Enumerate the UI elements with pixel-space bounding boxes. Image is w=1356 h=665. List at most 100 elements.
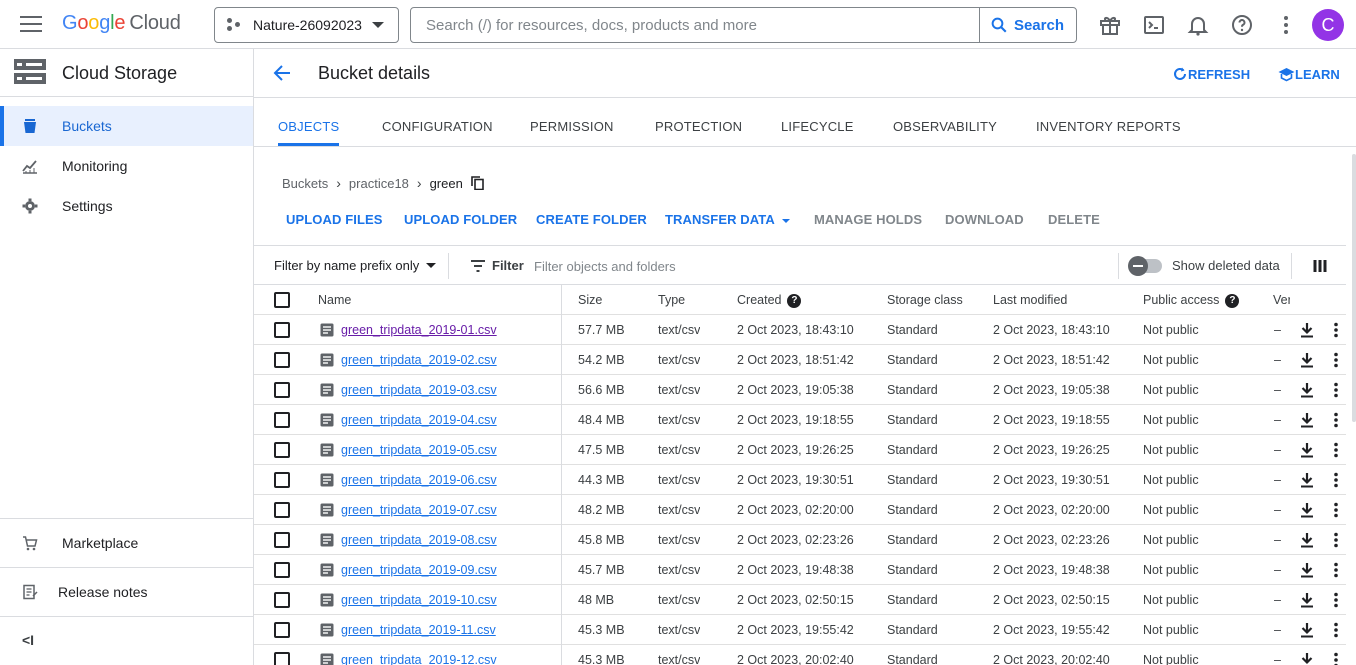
tab-inventory-reports[interactable]: INVENTORY REPORTS [1036,98,1181,146]
search-input[interactable] [411,8,979,42]
tab-permission[interactable]: PERMISSION [530,98,614,146]
column-header-public-access[interactable]: Public access? [1143,285,1240,315]
download-icon[interactable] [1299,622,1315,638]
column-header-type[interactable]: Type [658,285,685,315]
download-icon[interactable] [1299,382,1315,398]
download-icon[interactable] [1299,472,1315,488]
upload-folder-button[interactable]: UPLOAD FOLDER [404,212,517,227]
object-name-link[interactable]: green_tripdata_2019-08.csv [341,525,497,555]
tab-configuration[interactable]: CONFIGURATION [382,98,493,146]
filter-input[interactable] [534,255,934,277]
column-header-created[interactable]: Created? [737,285,802,315]
project-selector[interactable]: Nature-26092023 [214,7,399,43]
object-name-link[interactable]: green_tripdata_2019-02.csv [341,345,497,375]
cloud-shell-icon[interactable] [1142,13,1166,37]
more-vert-icon[interactable] [1332,502,1340,518]
download-icon[interactable] [1299,442,1315,458]
main-menu-icon[interactable] [20,16,42,34]
object-name-link[interactable]: green_tripdata_2019-06.csv [341,465,497,495]
column-header-name[interactable]: Name [318,285,351,315]
gift-icon[interactable] [1098,13,1122,37]
sidebar-item-buckets[interactable]: Buckets [0,106,253,146]
object-name-link[interactable]: green_tripdata_2019-11.csv [341,615,496,645]
row-checkbox[interactable] [274,472,290,488]
breadcrumb-buckets[interactable]: Buckets [282,176,328,191]
download-icon[interactable] [1299,592,1315,608]
table-row[interactable]: green_tripdata_2019-05.csv 47.5 MB text/cs… [254,435,1346,465]
refresh-button[interactable]: REFRESH [1172,66,1250,82]
help-icon[interactable]: ? [787,293,802,308]
download-icon[interactable] [1299,352,1315,368]
more-vert-icon[interactable] [1332,652,1340,665]
tab-protection[interactable]: PROTECTION [655,98,742,146]
more-vert-icon[interactable] [1332,442,1340,458]
object-name-link[interactable]: green_tripdata_2019-09.csv [341,555,497,585]
more-vert-icon[interactable] [1274,13,1298,37]
filter-button[interactable]: Filter [470,258,524,273]
help-icon[interactable] [1230,13,1254,37]
tab-objects[interactable]: OBJECTS [278,98,340,146]
row-checkbox[interactable] [274,562,290,578]
row-checkbox[interactable] [274,532,290,548]
column-header-storage-class[interactable]: Storage class [887,285,963,315]
more-vert-icon[interactable] [1332,382,1340,398]
table-row[interactable]: green_tripdata_2019-03.csv 56.6 MB text/cs… [254,375,1346,405]
row-checkbox[interactable] [274,622,290,638]
row-checkbox[interactable] [274,322,290,338]
download-button[interactable]: DOWNLOAD [945,212,1024,227]
copy-icon[interactable] [471,176,484,190]
column-header-last-modified[interactable]: Last modified [993,285,1067,315]
more-vert-icon[interactable] [1332,352,1340,368]
table-row[interactable]: green_tripdata_2019-07.csv 48.2 MB text/cs… [254,495,1346,525]
object-name-link[interactable]: green_tripdata_2019-07.csv [341,495,497,525]
download-icon[interactable] [1299,532,1315,548]
more-vert-icon[interactable] [1332,562,1340,578]
more-vert-icon[interactable] [1332,592,1340,608]
row-checkbox[interactable] [274,652,290,665]
filter-prefix-select[interactable]: Filter by name prefix only [274,258,437,273]
sidebar-item-monitoring[interactable]: Monitoring [0,146,253,186]
sidebar-item-settings[interactable]: Settings [0,186,253,226]
row-checkbox[interactable] [274,382,290,398]
table-row[interactable]: green_tripdata_2019-01.csv 57.7 MB text/cs… [254,315,1346,345]
upload-files-button[interactable]: UPLOAD FILES [286,212,383,227]
notifications-icon[interactable] [1186,13,1210,37]
column-header-size[interactable]: Size [578,285,602,315]
more-vert-icon[interactable] [1332,322,1340,338]
google-cloud-logo[interactable]: Google Cloud [62,12,181,35]
object-name-link[interactable]: green_tripdata_2019-10.csv [341,585,497,615]
select-all-checkbox[interactable] [274,292,290,308]
object-name-link[interactable]: green_tripdata_2019-04.csv [341,405,497,435]
avatar[interactable]: C [1312,9,1344,41]
scrollbar[interactable] [1352,154,1356,422]
table-row[interactable]: green_tripdata_2019-02.csv 54.2 MB text/cs… [254,345,1346,375]
column-resize-handle[interactable] [561,285,562,315]
more-vert-icon[interactable] [1332,532,1340,548]
row-checkbox[interactable] [274,592,290,608]
sidebar-item-marketplace[interactable]: Marketplace [0,523,253,563]
download-icon[interactable] [1299,652,1315,665]
row-checkbox[interactable] [274,502,290,518]
object-name-link[interactable]: green_tripdata_2019-03.csv [341,375,497,405]
table-row[interactable]: green_tripdata_2019-12.csv 45.3 MB text/cs… [254,645,1346,665]
column-display-icon[interactable] [1313,259,1327,273]
table-row[interactable]: green_tripdata_2019-04.csv 48.4 MB text/cs… [254,405,1346,435]
learn-button[interactable]: LEARN [1278,66,1340,82]
sidebar-item-release-notes[interactable]: Release notes [0,572,253,612]
more-vert-icon[interactable] [1332,472,1340,488]
table-row[interactable]: green_tripdata_2019-09.csv 45.7 MB text/cs… [254,555,1346,585]
object-name-link[interactable]: green_tripdata_2019-05.csv [341,435,497,465]
column-header-version[interactable]: Ver [1273,285,1290,315]
table-row[interactable]: green_tripdata_2019-06.csv 44.3 MB text/cs… [254,465,1346,495]
table-row[interactable]: green_tripdata_2019-10.csv 48 MB text/csv 2… [254,585,1346,615]
tab-lifecycle[interactable]: LIFECYCLE [781,98,854,146]
object-name-link[interactable]: green_tripdata_2019-01.csv [341,315,497,345]
collapse-sidebar-icon[interactable]: <I [22,632,34,648]
more-vert-icon[interactable] [1332,412,1340,428]
download-icon[interactable] [1299,322,1315,338]
more-vert-icon[interactable] [1332,622,1340,638]
breadcrumb-bucket[interactable]: practice18 [349,176,409,191]
create-folder-button[interactable]: CREATE FOLDER [536,212,647,227]
search-button[interactable]: Search [978,8,1076,42]
download-icon[interactable] [1299,562,1315,578]
